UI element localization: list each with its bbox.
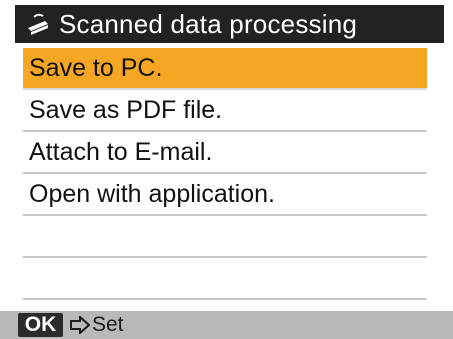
title-bar: Scanned data processing — [15, 5, 444, 43]
menu-item-attach-to-email[interactable]: Attach to E-mail. — [23, 132, 427, 174]
page-title: Scanned data processing — [59, 9, 358, 39]
menu-item-open-with-application[interactable]: Open with application. — [23, 174, 427, 216]
scanner-icon — [28, 13, 48, 35]
menu-item-label: Save to PC. — [29, 53, 163, 82]
menu-item-label: Save as PDF file. — [29, 95, 223, 124]
footer-bar: OK Set — [0, 311, 453, 339]
menu-item-empty — [23, 216, 427, 258]
menu-item-save-to-pc[interactable]: Save to PC. — [23, 48, 427, 90]
arrow-right-icon — [70, 316, 90, 334]
processing-menu: Save to PC. Save as PDF file. Attach to … — [23, 48, 427, 300]
set-label: Set — [92, 313, 124, 336]
ok-button[interactable]: OK — [18, 313, 63, 337]
menu-item-label: Open with application. — [29, 179, 275, 208]
scan-processing-screen: Scanned data processing Save to PC. Save… — [0, 0, 453, 339]
menu-item-label: Attach to E-mail. — [29, 137, 213, 166]
menu-item-empty — [23, 258, 427, 300]
menu-item-save-as-pdf[interactable]: Save as PDF file. — [23, 90, 427, 132]
